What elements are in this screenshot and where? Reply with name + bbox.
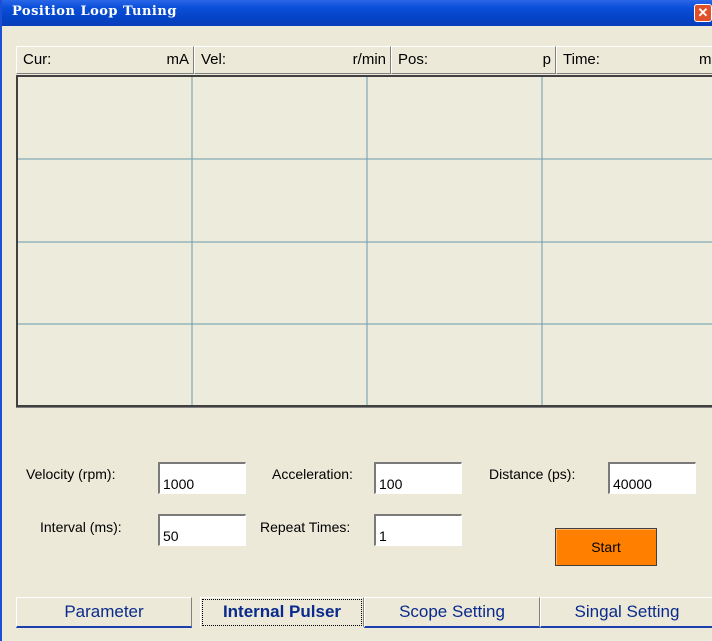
- window-title: Position Loop Tuning: [12, 4, 177, 19]
- time-readout-unit: ms: [699, 51, 712, 68]
- position-readout-label: Pos:: [398, 51, 429, 68]
- close-button[interactable]: ✕: [694, 4, 712, 22]
- distance-input[interactable]: [608, 462, 696, 494]
- position-loop-tuning-window: Position Loop Tuning ✕ Cur: mA Vel: r/mi…: [0, 0, 712, 641]
- tab-parameter[interactable]: Parameter: [16, 597, 192, 628]
- velocity-input[interactable]: [158, 462, 246, 494]
- current-label: Cur:: [23, 51, 52, 68]
- bottom-edge: [2, 630, 712, 641]
- close-icon: ✕: [697, 5, 709, 20]
- repeat-times-input[interactable]: [374, 514, 462, 546]
- acceleration-label: Acceleration:: [272, 466, 353, 482]
- velocity-readout: Vel: r/min: [194, 46, 391, 74]
- scope-grid: [18, 77, 712, 405]
- velocity-readout-label: Vel:: [201, 51, 227, 68]
- tab-singal-setting[interactable]: Singal Setting: [540, 597, 712, 628]
- tab-scope-setting[interactable]: Scope Setting: [364, 597, 540, 628]
- interval-input[interactable]: [158, 514, 246, 546]
- velocity-readout-unit: r/min: [352, 51, 386, 68]
- scope-plot-area: [16, 75, 712, 407]
- position-readout-unit: p: [542, 51, 551, 68]
- tab-strip: Parameter Internal Pulser Scope Setting …: [16, 597, 712, 628]
- title-bar[interactable]: Position Loop Tuning ✕: [2, 0, 712, 26]
- velocity-label: Velocity (rpm):: [26, 466, 116, 482]
- distance-label: Distance (ps):: [489, 466, 576, 482]
- start-button[interactable]: Start: [555, 528, 657, 566]
- time-readout-label: Time:: [563, 51, 600, 68]
- status-bar: Cur: mA Vel: r/min Pos: p Time: ms: [16, 46, 712, 74]
- internal-pulser-panel: [16, 407, 712, 597]
- tab-internal-pulser[interactable]: Internal Pulser: [200, 597, 364, 628]
- time-readout: Time: ms: [556, 46, 712, 74]
- repeat-times-label: Repeat Times:: [260, 519, 351, 535]
- acceleration-input[interactable]: [374, 462, 462, 494]
- interval-label: Interval (ms):: [40, 519, 122, 535]
- current-unit: mA: [166, 51, 190, 68]
- current-readout: Cur: mA: [16, 46, 194, 74]
- position-readout: Pos: p: [391, 46, 556, 74]
